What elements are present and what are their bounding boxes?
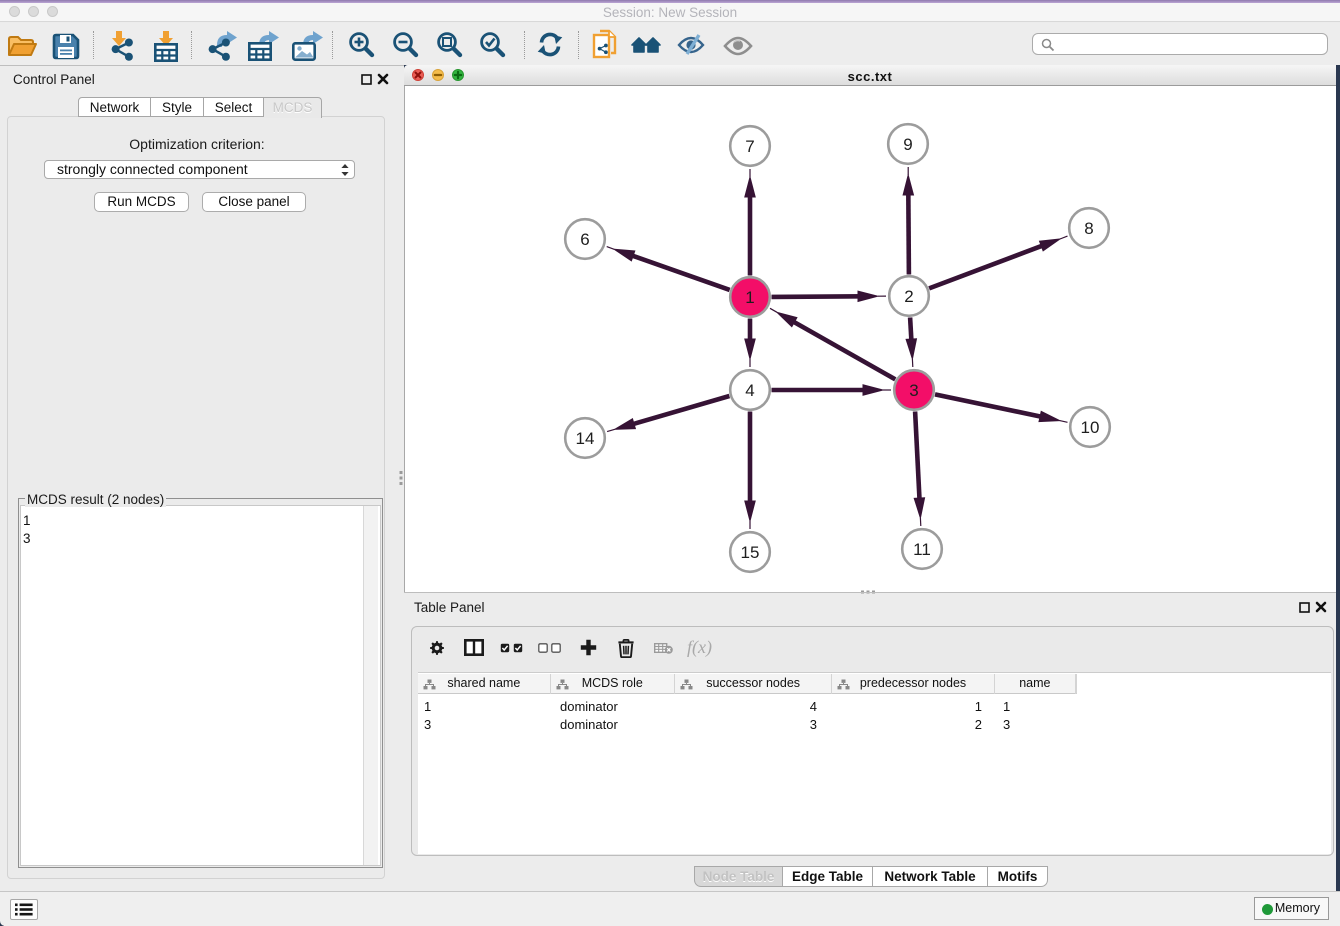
svg-text:9: 9 [903,135,912,154]
svg-text:15: 15 [741,543,760,562]
svg-text:14: 14 [576,429,595,448]
svg-text:7: 7 [745,137,754,156]
svg-text:2: 2 [904,287,913,306]
svg-text:3: 3 [909,381,918,400]
svg-text:10: 10 [1081,418,1100,437]
svg-text:1: 1 [745,288,754,307]
svg-text:11: 11 [913,540,931,559]
svg-text:6: 6 [580,230,589,249]
svg-text:4: 4 [745,381,754,400]
svg-text:8: 8 [1084,219,1093,238]
